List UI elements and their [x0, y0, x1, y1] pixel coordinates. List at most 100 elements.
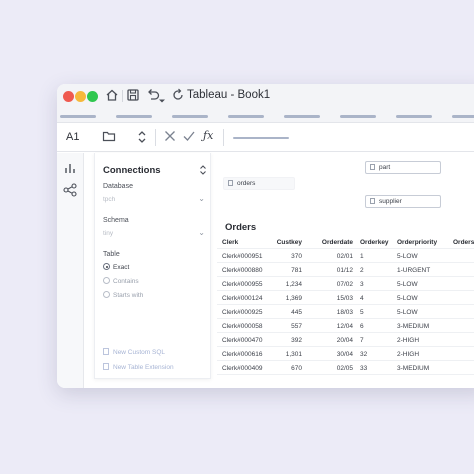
database-label: Database	[103, 183, 133, 190]
document-icon	[103, 348, 109, 355]
table-cell: 32	[360, 351, 368, 358]
table-cell: 12/04	[336, 323, 353, 330]
table-cell: 1,301	[285, 351, 302, 358]
new-custom-sql-label: New Custom SQL	[113, 349, 166, 356]
menu-placeholder-bar[interactable]	[60, 115, 96, 118]
table-chip-label: part	[379, 164, 391, 171]
table-row[interactable]: Clerk#000058 557 12/04 6 3-MEDIUM	[217, 319, 474, 333]
save-icon[interactable]	[126, 88, 142, 104]
table-chip-label: supplier	[379, 198, 402, 205]
window-title: Tableau - Book1	[187, 89, 271, 101]
table-cell: 6	[360, 323, 364, 330]
schema-label: Schema	[103, 217, 129, 224]
table-chip-orders[interactable]: orders	[223, 177, 295, 190]
stepper-icon[interactable]	[137, 129, 147, 145]
minimize-window-button[interactable]	[75, 91, 86, 102]
column-header: Orders	[453, 239, 474, 246]
new-custom-sql-link[interactable]: New Custom SQL	[103, 348, 165, 356]
table-cell: 670	[291, 365, 302, 372]
table-chip-part[interactable]: part	[365, 161, 441, 174]
table-cell: 3-MEDIUM	[397, 323, 430, 330]
fx-icon[interactable]: ƒx	[203, 129, 219, 145]
table-cell: Clerk#000409	[222, 365, 263, 372]
document-icon	[103, 363, 109, 370]
table-cell: 30/04	[336, 351, 353, 358]
confirm-icon[interactable]	[182, 129, 198, 145]
maximize-window-button[interactable]	[87, 91, 98, 102]
menu-placeholder-bar[interactable]	[284, 115, 320, 118]
table-row[interactable]: Clerk#000880 781 01/12 2 1-URGENT	[217, 263, 474, 277]
table-icon	[228, 180, 233, 186]
cancel-icon[interactable]	[163, 129, 179, 145]
radio-exact[interactable]: Exact	[103, 263, 129, 271]
menu-placeholder-bar[interactable]	[396, 115, 432, 118]
table-row[interactable]: Clerk#000955 1,234 07/02 3 5-LOW	[217, 277, 474, 291]
refresh-icon[interactable]	[171, 88, 187, 104]
table-cell: 4	[360, 295, 364, 302]
menu-placeholder-bar[interactable]	[340, 115, 376, 118]
table-row[interactable]: Clerk#000616 1,301 30/04 32 2-HIGH	[217, 347, 474, 361]
table-cell: Clerk#000124	[222, 295, 263, 302]
formula-input[interactable]	[233, 137, 289, 139]
table-cell: 2-HIGH	[397, 337, 420, 344]
table-row[interactable]: Clerk#000409 670 02/05 33 3-MEDIUM	[217, 361, 474, 375]
table-cell: Clerk#000955	[222, 281, 263, 288]
formula-divider	[223, 129, 224, 146]
table-cell: 2-HIGH	[397, 351, 420, 358]
table-cell: 445	[291, 309, 302, 316]
table-cell: Clerk#000880	[222, 267, 263, 274]
schema-select[interactable]: tiny ⌄	[103, 227, 209, 241]
radio-starts-with[interactable]: Starts with	[103, 291, 143, 299]
table-row[interactable]: Clerk#000925 445 18/03 5 5-LOW	[217, 305, 474, 319]
table-row[interactable]: Clerk#000470 392 20/04 7 2-HIGH	[217, 333, 474, 347]
chevron-down-icon: ⌄	[198, 194, 205, 203]
table-cell: 557	[291, 323, 302, 330]
dropdown-icon[interactable]	[158, 92, 166, 103]
toolbar-divider	[122, 90, 123, 102]
orders-title: Orders	[225, 222, 257, 233]
table-cell: Clerk#000058	[222, 323, 263, 330]
table-cell: 1-URGENT	[397, 267, 431, 274]
table-cell: Clerk#000951	[222, 253, 263, 260]
folder-icon[interactable]	[102, 129, 118, 145]
radio-circle	[103, 263, 110, 270]
table-row[interactable]: Clerk#000124 1,369 15/03 4 5-LOW	[217, 291, 474, 305]
column-header: Orderkey	[360, 239, 389, 246]
radio-contains[interactable]: Contains	[103, 277, 139, 285]
table-cell: 1	[360, 253, 364, 260]
table-cell: 1,369	[285, 295, 302, 302]
home-icon[interactable]	[105, 88, 121, 104]
table-row[interactable]: Clerk#000951 370 02/01 1 5-LOW	[217, 249, 474, 263]
table-chip-supplier[interactable]: supplier	[365, 195, 441, 208]
table-cell: 3-MEDIUM	[397, 365, 430, 372]
table-cell: 3	[360, 281, 364, 288]
formula-bar: A1 ƒx	[57, 124, 474, 152]
chart-icon[interactable]	[63, 161, 77, 175]
database-select[interactable]: tpch ⌄	[103, 193, 209, 207]
table-label: Table	[103, 251, 120, 258]
table-cell: Clerk#000925	[222, 309, 263, 316]
radio-circle	[103, 277, 110, 284]
table-cell: 781	[291, 267, 302, 274]
formula-divider	[155, 129, 156, 146]
table-cell: 07/02	[336, 281, 353, 288]
table-icon	[370, 198, 375, 204]
menu-placeholder-bar[interactable]	[228, 115, 264, 118]
app-window: Tableau - Book1 A1 ƒx Connections Databa…	[57, 84, 474, 388]
cell-reference[interactable]: A1	[66, 131, 79, 143]
share-icon[interactable]	[63, 183, 77, 197]
menu-placeholder-bar[interactable]	[116, 115, 152, 118]
table-cell: 02/01	[336, 253, 353, 260]
close-window-button[interactable]	[63, 91, 74, 102]
table-icon	[370, 164, 375, 170]
menu-placeholder-bar[interactable]	[172, 115, 208, 118]
sort-toggle-icon[interactable]	[199, 163, 207, 175]
table-cell: 02/05	[336, 365, 353, 372]
radio-contains-label: Contains	[113, 278, 139, 285]
table-cell: 392	[291, 337, 302, 344]
connections-title: Connections	[103, 165, 161, 176]
new-table-extension-link[interactable]: New Table Extension	[103, 363, 174, 371]
menu-placeholder-bar[interactable]	[452, 115, 474, 118]
table-cell: 2	[360, 267, 364, 274]
table-cell: 33	[360, 365, 368, 372]
